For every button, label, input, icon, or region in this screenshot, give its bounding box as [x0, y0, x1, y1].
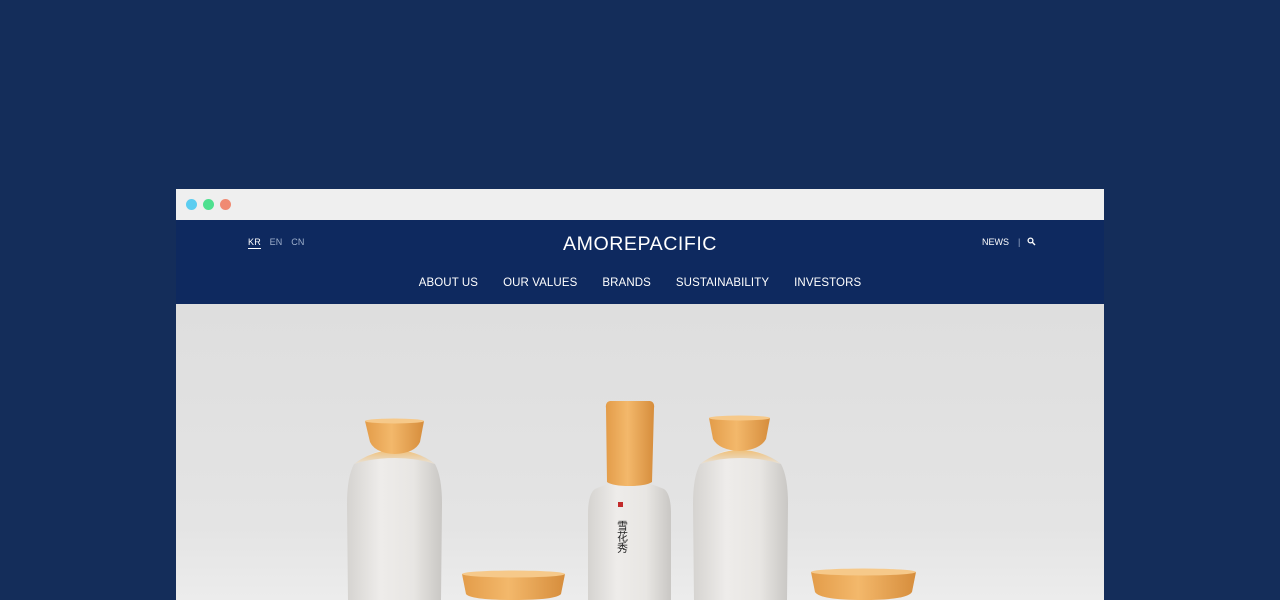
language-cn[interactable]: CN: [291, 237, 304, 248]
product-bottles-image: 雪花秀: [176, 304, 1104, 600]
nav-item-sustainability[interactable]: SUSTAINABILITY: [676, 277, 769, 289]
svg-text:AMOREPACIFIC: AMOREPACIFIC: [563, 234, 717, 255]
logo-text-left: AMO: [563, 234, 609, 255]
hero-banner: 雪花秀: [176, 304, 1104, 600]
page-background: { "window": { "controls": ["close", "min…: [0, 0, 1280, 600]
window-minimize-button[interactable]: [203, 199, 214, 210]
language-en[interactable]: EN: [270, 237, 283, 248]
language-kr[interactable]: KR: [248, 237, 261, 249]
nav-item-our-values[interactable]: OUR VALUES: [503, 277, 577, 289]
window-close-button[interactable]: [186, 199, 197, 210]
browser-window: KR EN CN AMOREPACIFIC NEWS | ABOUT US OUR …: [176, 189, 1104, 600]
utility-separator: |: [1018, 237, 1021, 247]
news-link[interactable]: NEWS: [982, 237, 1009, 247]
jar-right: [811, 568, 916, 600]
logo-text-mid: RE: [609, 234, 637, 255]
brand-logo[interactable]: AMOREPACIFIC: [563, 233, 717, 255]
search-icon[interactable]: [1027, 237, 1036, 248]
main-nav: ABOUT US OUR VALUES BRANDS SUSTAINABILITY IN…: [176, 277, 1104, 289]
site-header: KR EN CN AMOREPACIFIC NEWS | ABOUT US OUR …: [176, 220, 1104, 304]
language-selector: KR EN CN: [248, 237, 311, 249]
jar-left: [462, 570, 565, 600]
nav-item-brands[interactable]: BRANDS: [602, 277, 651, 289]
nav-item-investors[interactable]: INVESTORS: [794, 277, 861, 289]
browser-title-bar: [176, 189, 1104, 220]
logo-text-right: PACIFIC: [637, 234, 717, 255]
product-label-text: 雪花秀: [616, 520, 629, 553]
utility-links: NEWS |: [982, 237, 1036, 248]
window-maximize-button[interactable]: [220, 199, 231, 210]
nav-item-about-us[interactable]: ABOUT US: [419, 277, 478, 289]
